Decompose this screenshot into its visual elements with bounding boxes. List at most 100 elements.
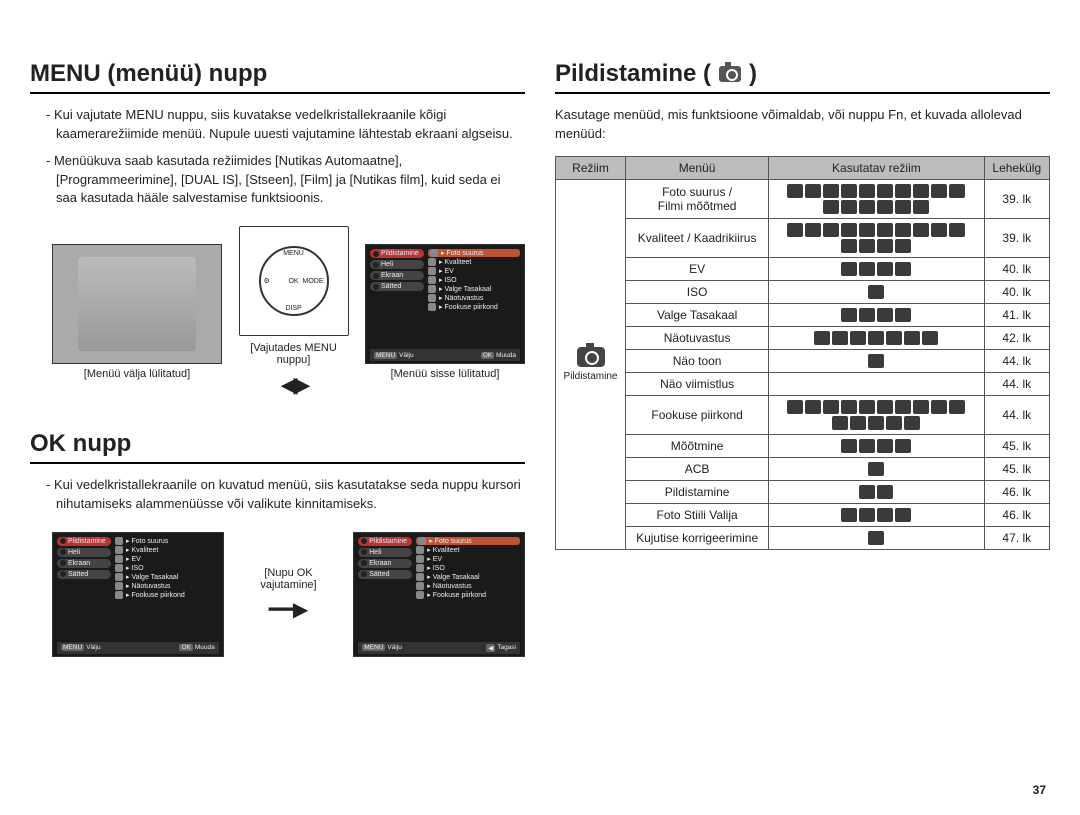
menu-side-item: Pildistamine xyxy=(57,537,111,546)
cell-menu: Valge Tasakaal xyxy=(626,303,769,326)
mode-table: Režiim Menüü Kasutatav režiim Lehekülg P… xyxy=(555,156,1050,550)
heading-shooting-text: Pildistamine ( xyxy=(555,60,711,88)
menu-side-item: Sätted xyxy=(370,282,424,291)
th-menu: Menüü xyxy=(626,156,769,179)
mode-icon xyxy=(859,508,875,522)
menu-main-item: ▸ ISO xyxy=(428,276,520,284)
mode-icon xyxy=(877,400,893,414)
foot3-label-left: Välju xyxy=(387,644,401,651)
mode-icon xyxy=(922,331,938,345)
mode-icon xyxy=(823,400,839,414)
mode-icon xyxy=(913,200,929,214)
mode-icon xyxy=(859,223,875,237)
mode-icon xyxy=(868,331,884,345)
cell-menu: EV xyxy=(626,257,769,280)
mode-icon xyxy=(895,439,911,453)
cell-menu: Pildistamine xyxy=(626,480,769,503)
manual-page: MENU (menüü) nupp - Kui vajutate MENU nu… xyxy=(0,0,1080,687)
menu-main-item: ▸ EV xyxy=(416,555,520,563)
menu-main-item: ▸ Näotuvastus xyxy=(115,582,219,590)
mode-cell: Pildistamine xyxy=(556,179,626,549)
mode-icon xyxy=(859,184,875,198)
cell-menu: Näo toon xyxy=(626,349,769,372)
dial-left: ⚙ xyxy=(264,277,270,285)
mode-icon xyxy=(859,262,875,276)
cell-usable-modes xyxy=(769,457,984,480)
mode-icon xyxy=(859,239,875,253)
mode-icon xyxy=(805,184,821,198)
ok-section: OK nupp - Kui vedelkristallekraanile on … xyxy=(30,430,525,657)
table-row: Fookuse piirkond44. lk xyxy=(556,395,1050,434)
mode-icon xyxy=(823,223,839,237)
right-column: Pildistamine ( ) Kasutage menüüd, mis fu… xyxy=(555,60,1050,667)
heading-ok-text: OK nupp xyxy=(30,430,131,458)
cell-page: 39. lk xyxy=(984,218,1049,257)
dial-center: OK xyxy=(288,278,298,285)
table-row: Mõõtmine45. lk xyxy=(556,434,1050,457)
menu-main-list-3: ▸ Foto suurus▸ Kvaliteet▸ EV▸ ISO▸ Valge… xyxy=(416,537,520,638)
mode-icon xyxy=(913,184,929,198)
cell-usable-modes xyxy=(769,303,984,326)
cell-usable-modes xyxy=(769,372,984,395)
dial-top: MENU xyxy=(283,250,304,257)
mode-icon xyxy=(913,400,929,414)
mode-icon xyxy=(877,262,893,276)
menu-screen-before-ok: PildistamineHeliEkraanSätted ▸ Foto suur… xyxy=(52,532,224,657)
caption-menu-on: [Menüü sisse lülitatud] xyxy=(365,368,525,380)
shooting-desc: Kasutage menüüd, mis funktsioone võimald… xyxy=(555,106,1050,144)
cell-page: 40. lk xyxy=(984,257,1049,280)
mode-icon xyxy=(787,184,803,198)
dial-bottom: DISP xyxy=(285,305,301,312)
cell-page: 46. lk xyxy=(984,480,1049,503)
dial-right: MODE xyxy=(303,278,324,285)
mode-icon xyxy=(949,184,965,198)
foot2-label-left: Välju xyxy=(86,644,100,651)
cell-usable-modes xyxy=(769,257,984,280)
cell-page: 47. lk xyxy=(984,526,1049,549)
mode-icon xyxy=(949,223,965,237)
table-row: Näo toon44. lk xyxy=(556,349,1050,372)
cell-usable-modes xyxy=(769,218,984,257)
table-body: PildistamineFoto suurus / Filmi mõõtmed3… xyxy=(556,179,1050,549)
mode-icon xyxy=(895,184,911,198)
foot3-btn-left: MENU xyxy=(362,644,385,651)
mode-icon xyxy=(895,400,911,414)
camera-icon xyxy=(577,347,605,367)
mode-icon xyxy=(850,331,866,345)
mode-icon xyxy=(841,262,857,276)
table-row: Foto Stiili Valija46. lk xyxy=(556,503,1050,526)
cell-usable-modes xyxy=(769,349,984,372)
foot-label-left: Välju xyxy=(399,352,413,359)
table-row: PildistamineFoto suurus / Filmi mõõtmed3… xyxy=(556,179,1050,218)
ok-para: - Kui vedelkristallekraanile on kuvatud … xyxy=(30,476,525,514)
menu-main-item: ▸ Näotuvastus xyxy=(428,294,520,302)
mode-icon xyxy=(868,462,884,476)
mode-icon xyxy=(841,308,857,322)
lcd-on-block: PildistamineHeliEkraanSätted ▸ Foto suur… xyxy=(365,244,525,380)
mode-icon xyxy=(814,331,830,345)
menu-screen-on: PildistamineHeliEkraanSätted ▸ Foto suur… xyxy=(365,244,525,364)
cell-usable-modes xyxy=(769,280,984,303)
cell-menu: Kvaliteet / Kaadrikiirus xyxy=(626,218,769,257)
cell-menu: Näotuvastus xyxy=(626,326,769,349)
menu-side-list: PildistamineHeliEkraanSätted xyxy=(370,249,424,345)
table-row: Näo viimistlus44. lk xyxy=(556,372,1050,395)
cell-menu: ISO xyxy=(626,280,769,303)
mode-icon xyxy=(859,308,875,322)
mode-icon xyxy=(895,239,911,253)
menu-side-item: Pildistamine xyxy=(370,249,424,258)
menu-side-item: Pildistamine xyxy=(358,537,412,546)
cell-menu: Fookuse piirkond xyxy=(626,395,769,434)
mode-icon xyxy=(859,485,875,499)
menu-main-item: ▸ Kvaliteet xyxy=(115,546,219,554)
mode-icon xyxy=(931,184,947,198)
menu-main-item: ▸ ISO xyxy=(416,564,520,572)
mode-icon xyxy=(805,400,821,414)
menu-footer-2: MENUVälju OKMuuda xyxy=(57,642,219,654)
mode-icon xyxy=(868,354,884,368)
mode-icon xyxy=(877,485,893,499)
mode-icon xyxy=(868,531,884,545)
menu-main-item: ▸ Fookuse piirkond xyxy=(416,591,520,599)
mode-icon xyxy=(823,200,839,214)
cell-usable-modes xyxy=(769,326,984,349)
